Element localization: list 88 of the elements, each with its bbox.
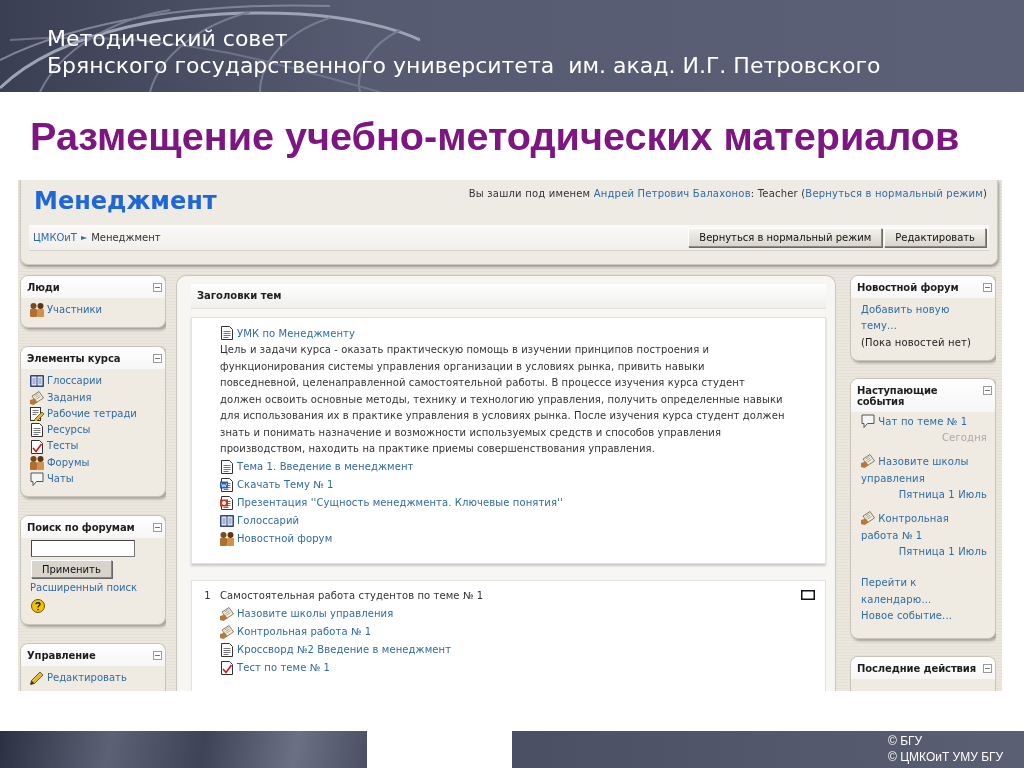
block-title: Управление <box>27 649 96 661</box>
document-stamp-icon <box>220 477 234 492</box>
notepad-pencil-icon <box>30 407 44 422</box>
event-link[interactable]: Контрольная работа № 1 <box>861 511 987 544</box>
advanced-search-link[interactable]: Расширенный поиск <box>30 582 138 594</box>
sidebar-link[interactable]: Редактировать <box>47 669 127 686</box>
event-date[interactable]: Пятница 1 Июль <box>898 545 987 557</box>
block-title: Люди <box>27 282 60 293</box>
login-info: Вы зашли под именем Андрей Петрович Балахонов: Teacher (Вернуться в нормальный режим) <box>468 187 987 201</box>
sidebar-link[interactable]: Ресурсы <box>47 422 91 439</box>
sidebar-link[interactable]: Чаты <box>47 471 74 488</box>
activity-link[interactable]: УМК по Менеджменту <box>237 327 355 339</box>
sidebar-link[interactable]: Форумы <box>47 454 90 472</box>
sidebar-link[interactable]: Тесты <box>47 438 79 455</box>
activity-link[interactable]: Скачать Тему № 1 <box>237 479 334 490</box>
news-note: (Пока новостей нет) <box>861 335 972 350</box>
papers-icon <box>30 390 44 405</box>
papers-icon <box>861 511 875 526</box>
add-topic-link[interactable]: Добавить новую тему... <box>861 302 987 335</box>
document-icon <box>220 459 234 474</box>
activity-link[interactable]: Тест по теме № 1 <box>237 662 330 673</box>
event-link[interactable]: Чат по теме № 1 <box>861 413 987 431</box>
apply-button[interactable]: Применить <box>31 560 112 579</box>
page-check-icon <box>220 660 234 675</box>
speech-bubble-icon <box>30 472 44 487</box>
activity-link[interactable]: Голоссарий <box>237 515 300 526</box>
collapse-icon[interactable] <box>983 283 992 292</box>
book-icon <box>220 513 234 528</box>
course-description: Цель и задачи курса - оказать практическую помощь в изучении принципов построения и функционирования системы управления организации в условиях рынка, привить навыки повседневной, целенаправленной самостоятельной работы. В процессе изучения курса студент должен освоить основные методы, технику и технологию управления, получить определенные навыки для использования их в практике управления в условиях рынка. После изучения курса студент должен знать и понимать назначение и возможности используемых средств и способов управления производством, находить на практике приемы совершенствования управления. <box>220 343 786 456</box>
activity-link[interactable]: Кроссворд №2 Введение в менеджмент <box>237 644 452 655</box>
header-line: Брянского государственного университета им. акад. И.Г. Петровского <box>47 52 882 79</box>
event-date: Сегодня <box>941 432 987 444</box>
square-icon[interactable] <box>801 589 815 600</box>
event-link[interactable]: Назовите школы управления <box>861 454 987 488</box>
breadcrumb-item[interactable]: ЦМКОиТ <box>33 232 77 243</box>
page-check-icon <box>30 439 44 454</box>
calendar-link[interactable]: Новое событие... <box>861 607 987 625</box>
papers-icon <box>220 606 234 621</box>
header-line: Методический совет <box>47 25 289 52</box>
block-title: Поиск по форумам <box>27 522 135 534</box>
activity-link[interactable]: Контрольная работа № 1 <box>237 626 372 637</box>
papers-icon <box>861 454 875 469</box>
document-icon <box>220 326 234 340</box>
activity-link[interactable]: Новостной форум <box>237 533 333 544</box>
book-icon <box>30 374 44 389</box>
activity-link[interactable]: Назовите школы управления <box>237 608 394 619</box>
pencil-icon <box>30 670 44 685</box>
collapse-icon[interactable] <box>983 664 992 674</box>
presentation-file-icon <box>220 495 234 510</box>
block-title: Новостной форум <box>857 282 959 293</box>
activity-link[interactable]: Презентация ''Сущность менеджмента. Ключевые понятия'' <box>237 497 563 508</box>
help-icon[interactable] <box>31 598 45 613</box>
people-icon <box>220 531 234 546</box>
block-title: Наступающие события <box>857 384 939 407</box>
block-title: Элементы курса <box>27 353 121 365</box>
activity-link[interactable]: Тема 1. Введение в менеджмент <box>237 461 414 472</box>
sidebar-link[interactable]: Задания <box>47 389 92 406</box>
sidebar-link[interactable]: Участники <box>47 302 103 319</box>
sidebar-link[interactable]: Рабочие тетради <box>47 405 137 423</box>
user-link[interactable]: Андрей Петрович Балахонов <box>593 188 751 199</box>
people-icon <box>30 303 44 318</box>
collapse-icon[interactable] <box>153 354 162 364</box>
breadcrumb-separator: ► <box>81 233 88 242</box>
copyright-line: © БГУ <box>888 733 924 749</box>
papers-icon <box>220 624 234 639</box>
collapse-icon[interactable] <box>153 283 162 292</box>
speech-bubble-icon <box>861 413 875 428</box>
event-date[interactable]: Пятница 1 Июль <box>898 489 987 501</box>
collapse-icon[interactable] <box>983 385 992 395</box>
navbar-button[interactable]: Редактировать <box>884 228 986 247</box>
section-number: 1 <box>204 588 211 603</box>
document-icon <box>30 423 44 438</box>
people-icon <box>30 455 44 470</box>
search-field[interactable] <box>31 540 135 558</box>
breadcrumb-item: Менеджмент <box>91 232 161 243</box>
copyright-line: © ЦМКОиТ УМУ БГУ <box>888 749 1005 765</box>
collapse-icon[interactable] <box>153 523 162 533</box>
sidebar-link[interactable]: Глоссарии <box>47 373 103 390</box>
section-summary: Самостоятельная работа студентов по теме № 1 <box>220 588 484 603</box>
block-title: Последние действия <box>857 663 977 675</box>
topics-header: Заголовки тем <box>191 284 826 309</box>
calendar-link[interactable]: Перейти к календарю... <box>861 575 987 608</box>
collapse-icon[interactable] <box>153 650 162 660</box>
document-icon <box>220 642 234 657</box>
course-title: Менеджмент <box>34 186 217 216</box>
navbar-button[interactable]: Вернуться в нормальный режим <box>688 228 883 247</box>
slide-title: Размещение учебно-методических материалов <box>30 113 960 159</box>
mode-link[interactable]: Вернуться в нормальный режим <box>805 188 983 199</box>
